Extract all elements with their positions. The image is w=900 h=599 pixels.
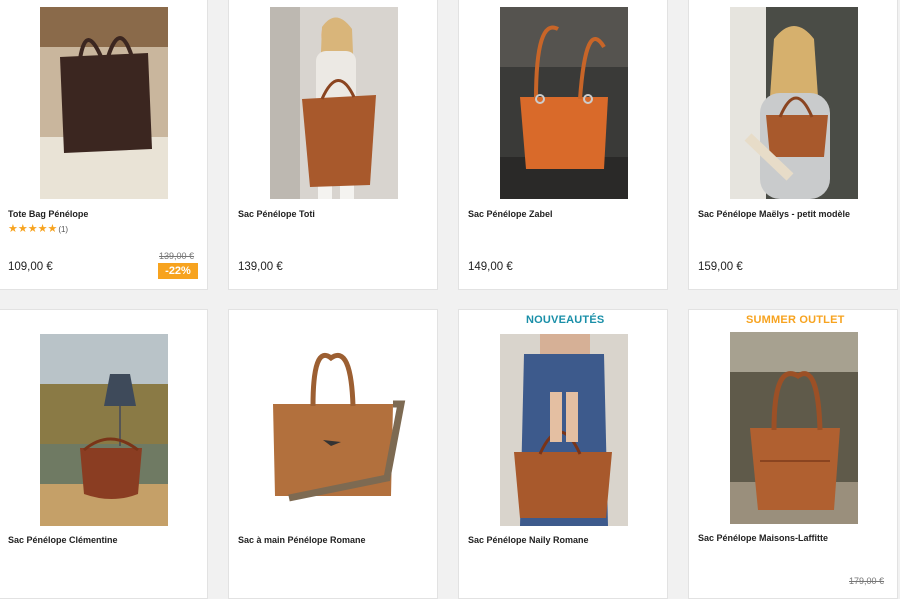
product-card[interactable]: Sac Pénélope Maëlys - petit modèle 159,0… <box>688 0 898 290</box>
product-name[interactable]: Sac à main Pénélope Romane <box>238 535 366 545</box>
product-card[interactable]: NOUVEAUTÉS Sac Pénélope Naily Romane <box>458 309 668 599</box>
old-price: 139,00 € <box>159 251 195 261</box>
product-image[interactable] <box>500 7 628 199</box>
product-card[interactable]: SUMMER OUTLET Sac Pénélope Maisons-Laffi… <box>688 309 898 599</box>
product-name[interactable]: Sac Pénélope Maisons-Laffitte <box>698 533 828 543</box>
old-price: 179,00 € <box>849 576 885 586</box>
product-card[interactable]: Sac Pénélope Toti 139,00 € <box>228 0 438 290</box>
product-card[interactable]: Sac Pénélope Zabel 149,00 € <box>458 0 668 290</box>
product-image[interactable] <box>269 348 409 514</box>
product-name[interactable]: Sac Pénélope Toti <box>238 209 315 219</box>
product-image[interactable] <box>270 7 398 199</box>
product-image[interactable] <box>500 334 628 526</box>
rating-stars: ★★★★★(1) <box>8 223 69 235</box>
product-name[interactable]: Sac Pénélope Zabel <box>468 209 553 219</box>
product-price: 159,00 € <box>698 261 743 273</box>
product-image[interactable] <box>730 332 858 524</box>
product-name[interactable]: Tote Bag Pénélope <box>8 209 88 219</box>
product-image[interactable] <box>40 7 168 199</box>
product-card[interactable]: Sac à main Pénélope Romane <box>228 309 438 599</box>
product-card[interactable]: Sac Pénélope Clémentine <box>0 309 208 599</box>
product-image[interactable] <box>730 7 858 199</box>
rating-count: (1) <box>58 225 69 234</box>
promo-flag: SUMMER OUTLET <box>746 314 845 326</box>
product-name[interactable]: Sac Pénélope Clémentine <box>8 535 118 545</box>
promo-flag: NOUVEAUTÉS <box>526 314 605 326</box>
product-image[interactable] <box>40 334 168 526</box>
product-name[interactable]: Sac Pénélope Maëlys - petit modèle <box>698 209 850 219</box>
product-card[interactable]: Tote Bag Pénélope ★★★★★(1) 139,00 € 109,… <box>0 0 208 290</box>
product-name[interactable]: Sac Pénélope Naily Romane <box>468 535 589 545</box>
product-price: 139,00 € <box>238 261 283 273</box>
product-price: 109,00 € <box>8 261 53 273</box>
discount-badge: -22% <box>158 263 198 279</box>
product-price: 149,00 € <box>468 261 513 273</box>
